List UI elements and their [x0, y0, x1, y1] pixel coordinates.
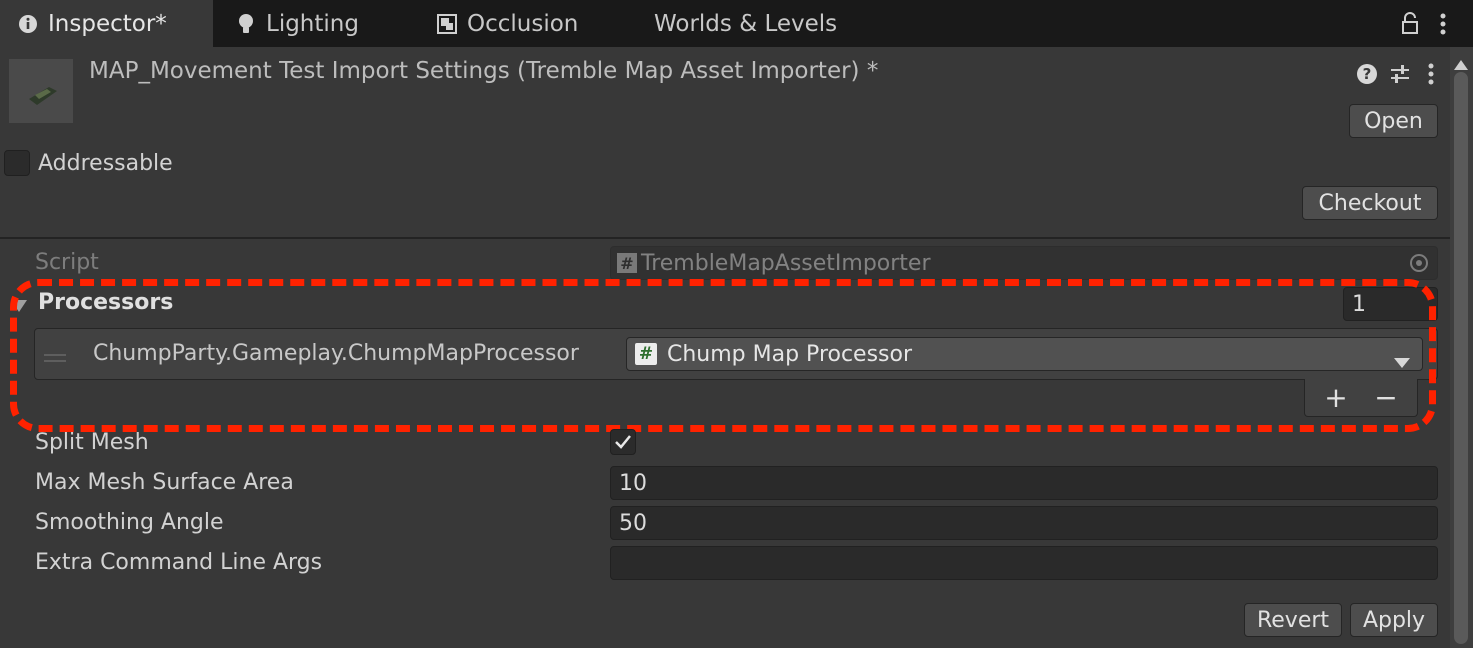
revert-button[interactable]: Revert	[1244, 603, 1342, 637]
split-mesh-label: Split Mesh	[35, 430, 149, 455]
split-mesh-checkbox[interactable]	[610, 429, 636, 455]
context-menu-icon[interactable]	[1426, 62, 1436, 92]
checkmark-icon	[615, 435, 631, 449]
highlight-annotation	[10, 279, 1436, 432]
bulb-icon	[236, 13, 256, 34]
preset-icon[interactable]	[1389, 63, 1411, 91]
script-icon: #	[617, 253, 637, 273]
help-icon[interactable]: ?	[1356, 63, 1378, 91]
kebab-menu-icon[interactable]	[1438, 12, 1448, 42]
tab-inspector[interactable]: Inspector*	[0, 0, 213, 47]
page-title: MAP_Movement Test Import Settings (Tremb…	[89, 58, 879, 84]
script-label: Script	[35, 250, 99, 275]
tab-occlusion[interactable]: Occlusion	[437, 0, 578, 47]
checkout-button[interactable]: Checkout	[1302, 186, 1438, 220]
apply-button[interactable]: Apply	[1350, 603, 1438, 637]
max-area-input[interactable]: 10	[610, 466, 1438, 500]
addressable-checkbox[interactable]	[4, 150, 30, 176]
tab-label: Lighting	[266, 10, 359, 37]
script-value: TrembleMapAssetImporter	[641, 250, 931, 276]
lock-icon[interactable]	[1400, 12, 1420, 40]
smoothing-input[interactable]: 50	[610, 506, 1438, 540]
object-picker-icon	[1409, 253, 1429, 279]
tab-worlds-levels[interactable]: Worlds & Levels	[654, 0, 837, 47]
open-button[interactable]: Open	[1349, 104, 1438, 138]
extra-args-label: Extra Command Line Args	[35, 550, 323, 575]
max-area-label: Max Mesh Surface Area	[35, 470, 294, 495]
asset-thumbnail	[9, 59, 73, 123]
addressable-label: Addressable	[38, 151, 173, 176]
occlusion-icon	[437, 13, 457, 34]
svg-text:?: ?	[1363, 65, 1372, 83]
tab-label: Inspector*	[48, 10, 167, 37]
scrollbar-thumb[interactable]	[1454, 72, 1468, 644]
extra-args-input[interactable]	[610, 546, 1438, 580]
script-field: # TrembleMapAssetImporter	[610, 246, 1438, 280]
smoothing-label: Smoothing Angle	[35, 510, 224, 535]
tab-label: Occlusion	[467, 10, 579, 37]
tab-lighting[interactable]: Lighting	[236, 0, 359, 47]
divider	[0, 237, 1450, 239]
tab-label: Worlds & Levels	[654, 10, 838, 37]
info-icon	[18, 14, 38, 34]
